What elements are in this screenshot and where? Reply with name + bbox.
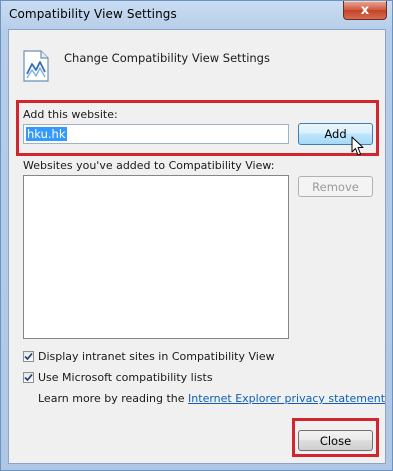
close-button[interactable]: Close <box>298 430 373 451</box>
dialog-window: Compatibility View Settings x Change Com… <box>0 0 393 471</box>
websites-list-label: Websites you've added to Compatibility V… <box>23 159 275 172</box>
intranet-option[interactable]: Display intranet sites in Compatibility … <box>23 350 275 363</box>
mouse-cursor-icon <box>351 136 364 156</box>
ms-lists-checkbox[interactable] <box>23 372 34 383</box>
privacy-line: Learn more by reading the Internet Explo… <box>38 392 385 405</box>
add-button-label: Add <box>324 127 347 141</box>
checkmark-icon <box>24 352 33 361</box>
window-close-icon[interactable]: x <box>343 1 387 20</box>
compatibility-view-icon <box>23 50 49 82</box>
add-website-input-value: hku.hk <box>26 127 67 141</box>
ms-lists-option[interactable]: Use Microsoft compatibility lists <box>23 371 213 384</box>
title-bar[interactable]: Compatibility View Settings x <box>1 1 392 29</box>
add-website-input[interactable]: hku.hk <box>23 124 289 144</box>
close-glyph: x <box>360 2 370 18</box>
close-button-label: Close <box>319 433 352 448</box>
checkmark-icon <box>24 373 33 382</box>
dialog-body: Change Compatibility View Settings Add t… <box>8 29 386 464</box>
privacy-statement-link[interactable]: Internet Explorer privacy statement <box>188 392 385 405</box>
privacy-prefix: Learn more by reading the <box>38 392 189 405</box>
dialog-heading: Change Compatibility View Settings <box>64 51 270 65</box>
ms-lists-label: Use Microsoft compatibility lists <box>38 371 213 384</box>
window-title: Compatibility View Settings <box>9 7 177 21</box>
remove-button[interactable]: Remove <box>298 176 373 197</box>
intranet-label: Display intranet sites in Compatibility … <box>38 350 275 363</box>
intranet-checkbox[interactable] <box>23 351 34 362</box>
add-website-label: Add this website: <box>23 108 118 121</box>
websites-listbox[interactable] <box>23 175 289 339</box>
remove-button-label: Remove <box>312 179 359 194</box>
